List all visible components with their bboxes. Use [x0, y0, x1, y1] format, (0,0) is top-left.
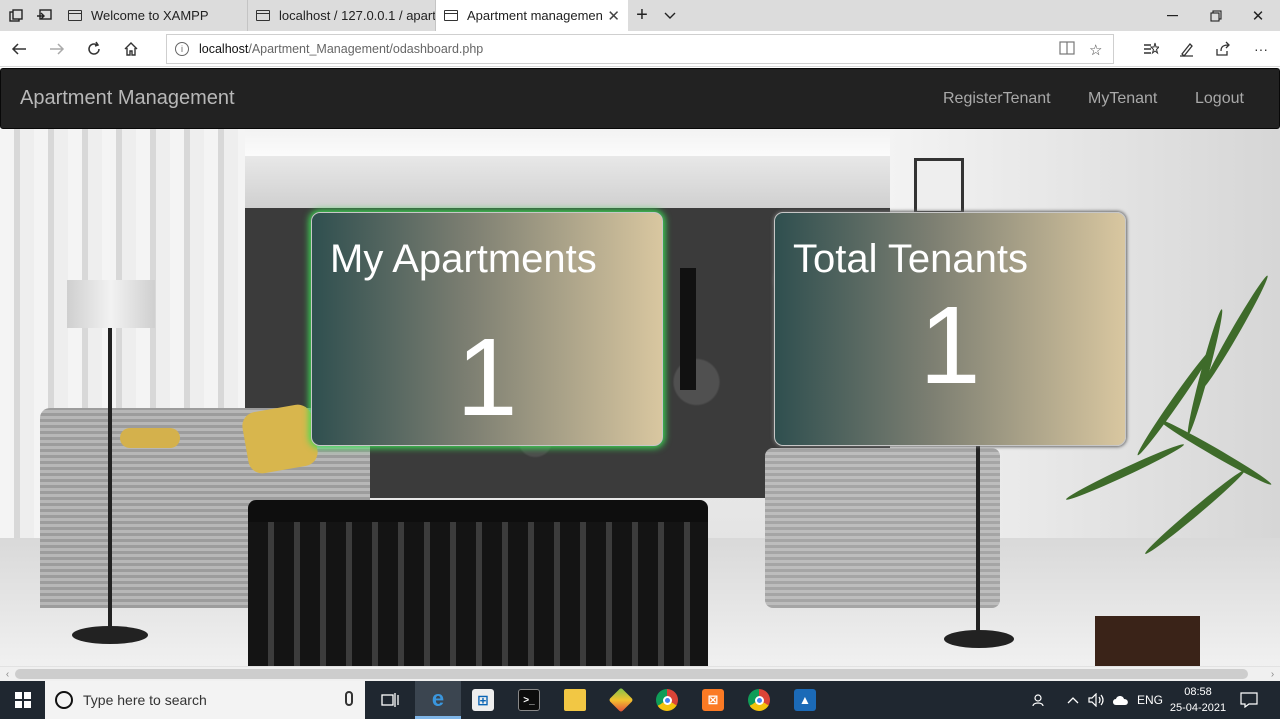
- url-path: /Apartment_Management/odashboard.php: [248, 42, 484, 56]
- xampp-icon[interactable]: ⊠: [690, 681, 736, 719]
- forward-arrow-icon[interactable]: [42, 34, 72, 64]
- card-value: 1: [456, 316, 518, 439]
- tab-phpmyadmin[interactable]: localhost / 127.0.0.1 / aparti: [248, 0, 436, 31]
- nav-link-logout[interactable]: Logout: [1195, 90, 1244, 108]
- system-clock[interactable]: 08:58 25-04-2021: [1166, 684, 1230, 716]
- url-text[interactable]: localhost/Apartment_Management/odashboar…: [199, 42, 483, 56]
- start-button[interactable]: [0, 681, 45, 719]
- scrollbar-thumb[interactable]: [15, 669, 1248, 679]
- scroll-left-icon[interactable]: ‹: [0, 667, 15, 681]
- edge-browser-icon[interactable]: e: [415, 681, 461, 719]
- tab-apartment-management[interactable]: Apartment managemen ✕: [436, 0, 628, 31]
- terminal-icon[interactable]: >_: [506, 681, 552, 719]
- top-navbar: Apartment Management RegisterTenant MyTe…: [0, 68, 1280, 129]
- total-tenants-card[interactable]: Total Tenants 1: [774, 212, 1126, 446]
- set-aside-tabs-icon[interactable]: [30, 0, 58, 31]
- tab-title: localhost / 127.0.0.1 / aparti: [279, 8, 436, 23]
- refresh-icon[interactable]: [79, 34, 109, 64]
- onedrive-cloud-icon[interactable]: [1112, 681, 1130, 719]
- store-icon[interactable]: ⊞: [460, 681, 506, 719]
- windows-taskbar: Type here to search e ⊞ >_ ⊠ ▲ ENG 08:58…: [0, 681, 1280, 719]
- chrome-canary-icon[interactable]: [736, 681, 782, 719]
- tab-title: Welcome to XAMPP: [91, 8, 209, 23]
- tab-close-icon[interactable]: ✕: [607, 7, 620, 25]
- favorite-star-icon[interactable]: ☆: [1089, 41, 1102, 59]
- chevron-down-icon[interactable]: [656, 0, 684, 31]
- nav-link-register-tenant[interactable]: RegisterTenant: [943, 90, 1051, 108]
- file-explorer-icon[interactable]: [552, 681, 598, 719]
- windows-logo-icon: [14, 692, 31, 708]
- bluestacks-icon[interactable]: [598, 681, 644, 719]
- microphone-icon[interactable]: [345, 691, 353, 706]
- url-host: localhost: [199, 42, 249, 56]
- browser-tab-strip: Welcome to XAMPP localhost / 127.0.0.1 /…: [0, 0, 1280, 31]
- plus-icon[interactable]: +: [628, 0, 656, 31]
- photos-icon[interactable]: ▲: [782, 681, 828, 719]
- people-icon[interactable]: [1032, 681, 1048, 719]
- my-apartments-card[interactable]: My Apartments 1: [311, 212, 663, 446]
- scroll-right-icon[interactable]: ›: [1265, 667, 1280, 681]
- search-placeholder: Type here to search: [83, 692, 207, 708]
- page-icon: [256, 10, 270, 21]
- pen-notes-icon[interactable]: [1172, 34, 1202, 64]
- horizontal-scrollbar[interactable]: ‹ ›: [0, 666, 1280, 681]
- page-icon: [68, 10, 82, 21]
- tab-actions-icon[interactable]: [2, 0, 30, 31]
- browser-toolbar: i localhost/Apartment_Management/odashbo…: [0, 31, 1280, 67]
- cortana-icon: [55, 691, 73, 709]
- home-icon[interactable]: [116, 34, 146, 64]
- taskbar-search[interactable]: Type here to search: [45, 681, 365, 719]
- close-icon[interactable]: ✕: [1236, 0, 1280, 31]
- tray-chevron-up-icon[interactable]: [1067, 681, 1079, 719]
- language-indicator[interactable]: ENG: [1137, 681, 1163, 719]
- chrome-icon[interactable]: [644, 681, 690, 719]
- volume-icon[interactable]: [1088, 681, 1106, 719]
- share-icon[interactable]: [1208, 34, 1238, 64]
- site-info-icon[interactable]: i: [175, 42, 189, 56]
- task-view-icon[interactable]: [367, 681, 413, 719]
- maximize-icon[interactable]: [1194, 0, 1238, 31]
- tab-title: Apartment managemen: [467, 8, 603, 23]
- reading-view-icon[interactable]: [1059, 41, 1075, 59]
- card-value: 1: [919, 284, 981, 407]
- more-options-icon[interactable]: ···: [1246, 34, 1276, 64]
- nav-link-my-tenant[interactable]: MyTenant: [1088, 90, 1157, 108]
- card-title: Total Tenants: [793, 237, 1028, 281]
- page-icon: [444, 10, 458, 21]
- minimize-icon[interactable]: [1150, 0, 1194, 31]
- card-title: My Apartments: [330, 237, 597, 281]
- favorites-list-icon[interactable]: [1136, 34, 1166, 64]
- tab-welcome-xampp[interactable]: Welcome to XAMPP: [60, 0, 248, 31]
- clock-time: 08:58: [1184, 686, 1212, 698]
- back-arrow-icon[interactable]: [4, 34, 34, 64]
- clock-date: 25-04-2021: [1169, 702, 1227, 714]
- brand-title[interactable]: Apartment Management: [20, 87, 235, 110]
- page-content: Apartment Management RegisterTenant MyTe…: [0, 68, 1280, 666]
- action-center-icon[interactable]: [1240, 681, 1258, 719]
- address-bar[interactable]: i localhost/Apartment_Management/odashbo…: [166, 34, 1114, 64]
